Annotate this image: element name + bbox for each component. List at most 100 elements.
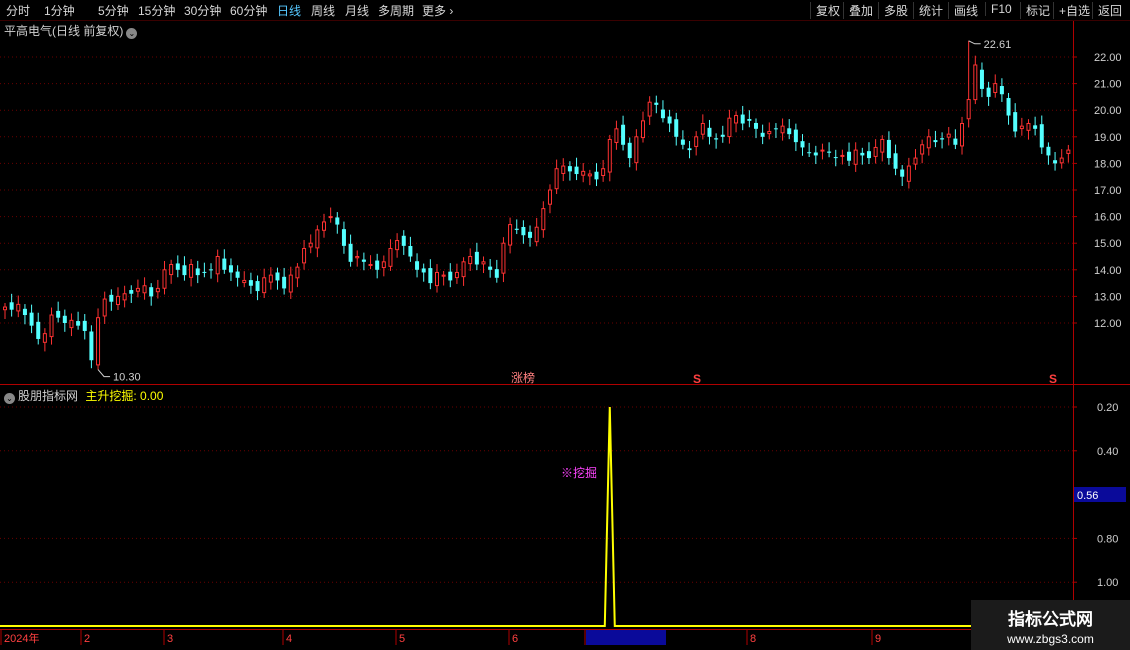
x-tick-label: 3 — [167, 633, 173, 645]
candle-body-up — [727, 117, 732, 138]
candle-body-down — [494, 269, 499, 278]
candle-body-down — [82, 320, 87, 331]
candle-body-up — [581, 170, 586, 176]
chevron-down-icon[interactable]: ⌄ — [126, 28, 138, 39]
date-highlight-box — [586, 630, 666, 645]
candle-body-up — [262, 277, 267, 294]
candle-body-up — [288, 274, 293, 293]
candle-body-down — [674, 119, 679, 137]
candle-body-up — [554, 168, 559, 190]
candle-body-up — [142, 285, 147, 294]
price-tick-label: 12.00 — [1094, 318, 1122, 330]
candle-body-down — [860, 152, 865, 156]
candle-body-up — [441, 274, 446, 277]
candle-body-down — [687, 148, 692, 151]
watermark-title: 指标公式网 — [1008, 610, 1093, 629]
candle-body-up — [840, 154, 845, 157]
candle-body-up — [155, 287, 160, 293]
candle-body-up — [122, 293, 127, 301]
candle-body-up — [734, 115, 739, 124]
candle-body-up — [434, 271, 439, 287]
candle-body-down — [933, 140, 938, 143]
candle-body-up — [873, 146, 878, 157]
signal-label: ※挖掘 — [561, 465, 597, 480]
candle-body-up — [115, 295, 120, 306]
candle-body-down — [76, 321, 81, 326]
candle-body-up — [993, 83, 998, 93]
candle-body-up — [1059, 157, 1064, 164]
indicator-source: 股朋指标网 — [18, 389, 79, 403]
candle-body-up — [960, 123, 965, 147]
candle-body-down — [401, 235, 406, 246]
candle-body-down — [574, 166, 579, 175]
candle-body-up — [534, 226, 539, 243]
indicator-series — [0, 406, 971, 627]
candle-body-down — [660, 109, 665, 119]
candle-body-down — [9, 302, 14, 310]
candle-body-up — [295, 266, 300, 279]
candle-body-down — [999, 86, 1004, 95]
candle-body-up — [268, 274, 273, 283]
watermark: 指标公式网 www.zbgs3.com — [971, 600, 1130, 650]
candle-body-down — [753, 122, 758, 129]
indicator-tick-label: 1.00 — [1097, 577, 1118, 589]
candle-body-down — [282, 276, 287, 289]
candle-body-up — [973, 64, 978, 101]
candle-body-down — [760, 132, 765, 137]
candle-body-up — [587, 173, 592, 177]
candle-body-down — [182, 265, 187, 276]
candle-body-up — [1066, 149, 1071, 154]
candle-body-up — [966, 99, 971, 120]
price-tick-label: 19.00 — [1094, 132, 1122, 144]
candle-body-down — [833, 157, 838, 159]
candle-body-down — [667, 116, 672, 124]
candle-body-down — [448, 271, 453, 281]
candle-body-up — [395, 240, 400, 251]
candle-body-up — [189, 263, 194, 278]
candle-body-up — [49, 314, 54, 338]
candle-body-down — [195, 268, 200, 276]
candle-body-up — [1019, 125, 1024, 130]
candle-body-up — [508, 224, 513, 246]
candle-body-up — [388, 248, 393, 267]
candle-body-down — [773, 128, 778, 130]
chevron-down-icon[interactable]: ⌄ — [4, 393, 15, 404]
candle-body-up — [215, 256, 220, 275]
candle-body-up — [368, 263, 373, 266]
x-tick-label: 2 — [84, 633, 90, 645]
x-tick-label: 2024年 — [4, 631, 39, 645]
candle-body-down — [109, 294, 114, 302]
candle-body-down — [1046, 146, 1051, 156]
candle-body-down — [29, 312, 34, 326]
candle-body-up — [694, 136, 699, 147]
candle-body-down — [408, 245, 413, 257]
candle-body-down — [800, 141, 805, 148]
current-value-label: 0.56 — [1077, 490, 1098, 502]
candle-body-down — [567, 166, 572, 172]
sell-marker[interactable]: S — [693, 372, 701, 386]
candle-body-down — [255, 281, 260, 292]
zhangbang-marker[interactable]: 涨榜 — [511, 370, 535, 385]
kline-chart[interactable]: 22.0021.0020.0019.0018.0017.0016.0015.00… — [0, 0, 1130, 650]
candle-body-up — [780, 125, 785, 134]
low-price-label: 10.30 — [113, 372, 141, 384]
candle-body-down — [807, 152, 812, 154]
high-pointer — [968, 40, 981, 45]
high-price-label: 22.61 — [984, 39, 1012, 51]
candle-body-down — [361, 259, 366, 262]
candle-body-up — [641, 120, 646, 139]
candle-body-down — [847, 151, 852, 161]
price-tick-label: 13.00 — [1094, 291, 1122, 303]
watermark-url: www.zbgs3.com — [1007, 632, 1094, 646]
candle-body-down — [714, 138, 719, 140]
candle-body-down — [421, 268, 426, 273]
candle-body-down — [202, 271, 207, 273]
candle-body-up — [946, 133, 951, 138]
candle-body-down — [707, 127, 712, 137]
sell-marker[interactable]: S — [1049, 372, 1057, 386]
candle-body-down — [1013, 112, 1018, 132]
candle-body-up — [308, 242, 313, 248]
candle-body-down — [979, 69, 984, 89]
candle-body-up — [315, 229, 320, 249]
price-tick-label: 15.00 — [1094, 238, 1122, 250]
